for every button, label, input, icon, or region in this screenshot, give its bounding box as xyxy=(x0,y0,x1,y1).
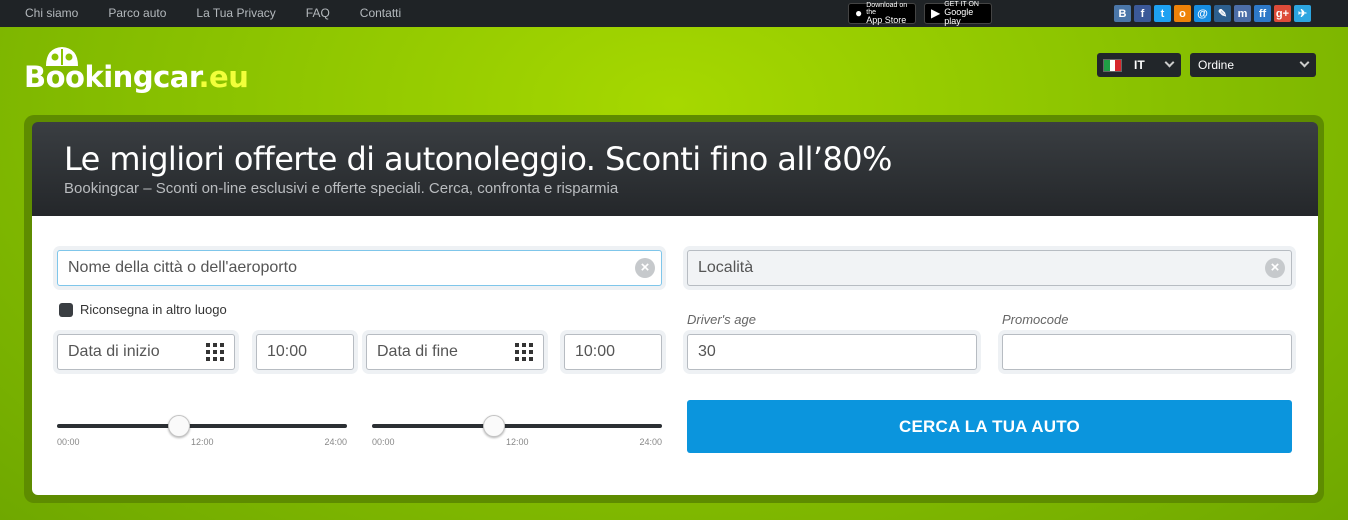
slider-handle[interactable] xyxy=(167,415,190,437)
nav-link-parco-auto[interactable]: Parco auto xyxy=(93,0,181,27)
hero-subtitle: Bookingcar – Sconti on-line esclusivi e … xyxy=(64,180,619,197)
google-play-icon: ▶ xyxy=(931,6,941,20)
logo-name: Bookingcar xyxy=(24,60,199,94)
googleplus-icon[interactable]: g+ xyxy=(1274,5,1291,22)
pickup-location-input[interactable]: Nome della città o dell'aeroporto × xyxy=(57,250,662,286)
odnoklassniki-icon[interactable]: o xyxy=(1174,5,1191,22)
italy-flag-icon xyxy=(1103,58,1122,72)
return-other-checkbox[interactable] xyxy=(59,302,73,317)
start-date-placeholder: Data di inizio xyxy=(68,343,160,360)
end-time-value: 10:00 xyxy=(575,343,616,360)
telegram-icon[interactable]: ✈ xyxy=(1294,5,1311,22)
twitter-icon[interactable]: t xyxy=(1154,5,1171,22)
chevron-down-icon xyxy=(1164,57,1175,68)
vk-icon[interactable]: B xyxy=(1114,5,1131,22)
pickup-placeholder: Nome della città o dell'aeroporto xyxy=(68,259,297,276)
app-store-button[interactable]: ● Download on the App Store xyxy=(848,2,916,25)
friendfeed-icon[interactable]: ff xyxy=(1254,5,1271,22)
driver-age-value: 30 xyxy=(698,343,716,360)
order-label: Ordine xyxy=(1198,58,1235,72)
slider-tick-end: 24:00 xyxy=(324,437,347,447)
nav-link-contatti[interactable]: Contatti xyxy=(345,0,416,27)
mailru-icon[interactable]: @ xyxy=(1194,5,1211,22)
slider-tick-start: 00:00 xyxy=(57,437,80,447)
top-bar: Chi siamo Parco auto La Tua Privacy FAQ … xyxy=(0,0,1348,27)
end-date-input[interactable]: Data di fine xyxy=(366,334,544,370)
start-time-value: 10:00 xyxy=(267,343,308,360)
slider-tick-middle: 12:00 xyxy=(506,437,529,447)
return-other-label: Riconsegna in altro luogo xyxy=(80,302,227,317)
google-play-big-text: Google play xyxy=(944,7,974,26)
clear-icon[interactable]: × xyxy=(1265,258,1285,278)
nav-link-privacy[interactable]: La Tua Privacy xyxy=(181,0,290,27)
app-store-small-text: Download on the xyxy=(866,2,908,16)
logo-text: Bookingcar.eu xyxy=(24,60,249,94)
start-time-input[interactable]: 10:00 xyxy=(256,334,354,370)
slider-tick-end: 24:00 xyxy=(639,437,662,447)
return-other-location[interactable]: Riconsegna in altro luogo xyxy=(59,302,227,317)
driver-age-input[interactable]: 30 xyxy=(687,334,977,370)
promocode-label: Promocode xyxy=(1002,312,1069,327)
promocode-input[interactable] xyxy=(1002,334,1292,370)
slider-track xyxy=(57,424,347,428)
calendar-icon[interactable] xyxy=(515,343,533,361)
slider-tick-middle: 12:00 xyxy=(191,437,214,447)
order-select[interactable]: Ordine xyxy=(1190,53,1316,77)
slider-track xyxy=(372,424,662,428)
end-time-input[interactable]: 10:00 xyxy=(564,334,662,370)
language-code: IT xyxy=(1134,58,1145,72)
clear-icon[interactable]: × xyxy=(635,258,655,278)
end-date-placeholder: Data di fine xyxy=(377,343,458,360)
hero-title: Le migliori offerte di autonoleggio. Sco… xyxy=(64,140,892,178)
location-input[interactable]: Località × xyxy=(687,250,1292,286)
start-time-slider[interactable]: 00:00 12:00 24:00 xyxy=(57,415,347,447)
logo[interactable]: Bookingcar.eu xyxy=(24,44,254,96)
location-placeholder: Località xyxy=(698,259,754,276)
livejournal-icon[interactable]: ✎ xyxy=(1214,5,1231,22)
logo-tld: .eu xyxy=(198,60,249,94)
driver-age-label: Driver's age xyxy=(687,312,756,327)
search-car-button[interactable]: CERCA LA TUA AUTO xyxy=(687,400,1292,453)
slider-handle[interactable] xyxy=(482,415,505,437)
facebook-icon[interactable]: f xyxy=(1134,5,1151,22)
social-links: Bf t o @ ✎ m ff g+ ✈ xyxy=(1114,5,1311,22)
apple-icon: ● xyxy=(855,6,863,20)
google-play-button[interactable]: ▶ GET IT ON Google play xyxy=(924,1,992,26)
app-store-big-text: App Store xyxy=(866,15,907,25)
language-select[interactable]: IT xyxy=(1097,53,1181,77)
nav-link-chi-siamo[interactable]: Chi siamo xyxy=(10,0,93,27)
start-date-input[interactable]: Data di inizio xyxy=(57,334,235,370)
hero-banner: Le migliori offerte di autonoleggio. Sco… xyxy=(32,122,1318,216)
myspace-icon[interactable]: m xyxy=(1234,5,1251,22)
slider-tick-start: 00:00 xyxy=(372,437,395,447)
nav-link-faq[interactable]: FAQ xyxy=(291,0,345,27)
chevron-down-icon xyxy=(1299,57,1310,68)
calendar-icon[interactable] xyxy=(206,343,224,361)
end-time-slider[interactable]: 00:00 12:00 24:00 xyxy=(372,415,662,447)
search-form: Nome della città o dell'aeroporto × Loca… xyxy=(32,216,1318,495)
top-nav: Chi siamo Parco auto La Tua Privacy FAQ … xyxy=(10,0,416,27)
